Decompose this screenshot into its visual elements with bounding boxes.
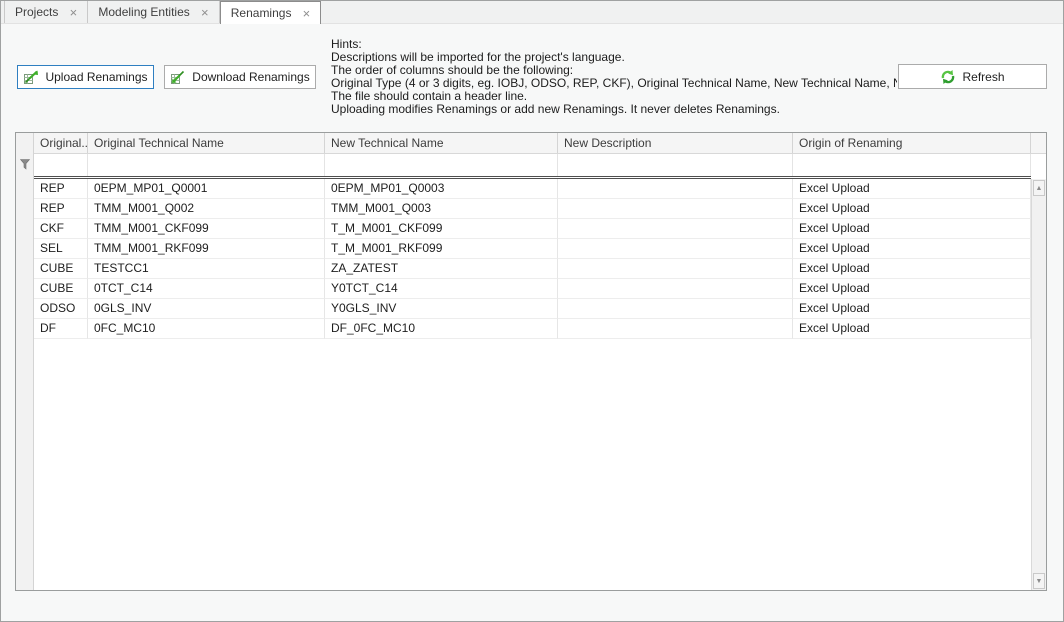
column-header-spacer [1031,133,1046,153]
table-body: REP 0EPM_MP01_Q0001 0EPM_MP01_Q0003 Exce… [34,179,1046,590]
cell-new-description[interactable] [558,179,793,199]
tab-projects[interactable]: Projects × [4,1,88,23]
cell-new-technical-name[interactable]: TMM_M001_Q003 [325,199,558,219]
table-row[interactable]: REP TMM_M001_Q002 TMM_M001_Q003 Excel Up… [34,199,1046,219]
cell-new-technical-name[interactable]: 0EPM_MP01_Q0003 [325,179,558,199]
cell-origin-of-renaming[interactable]: Excel Upload [793,239,1031,259]
row-indicator-column [16,133,34,590]
cell-original-type[interactable]: REP [34,179,88,199]
column-header-original-type[interactable]: Original... [34,133,88,153]
filter-cell-new-technical-name[interactable] [325,154,558,176]
renamings-table: Original... Original Technical Name New … [15,132,1047,591]
cell-origin-of-renaming[interactable]: Excel Upload [793,259,1031,279]
close-icon[interactable]: × [67,6,79,19]
cell-original-type[interactable]: CUBE [34,279,88,299]
close-icon[interactable]: × [300,7,312,20]
table-row[interactable]: CUBE TESTCC1 ZA_ZATEST Excel Upload [34,259,1046,279]
table-header-row: Original... Original Technical Name New … [34,133,1046,154]
cell-new-technical-name[interactable]: DF_0FC_MC10 [325,319,558,339]
excel-upload-icon [23,69,39,85]
cell-original-technical-name[interactable]: 0EPM_MP01_Q0001 [88,179,325,199]
hints-line: Uploading modifies Renamings or add new … [331,103,897,116]
cell-original-type[interactable]: DF [34,319,88,339]
filter-cell-original-technical-name[interactable] [88,154,325,176]
cell-origin-of-renaming[interactable]: Excel Upload [793,319,1031,339]
cell-new-description[interactable] [558,279,793,299]
cell-new-description[interactable] [558,219,793,239]
cell-new-technical-name[interactable]: T_M_M001_CKF099 [325,219,558,239]
filter-row [34,154,1046,176]
filter-cell-origin-of-renaming[interactable] [793,154,1031,176]
cell-new-technical-name[interactable]: Y0TCT_C14 [325,279,558,299]
cell-new-description[interactable] [558,299,793,319]
cell-original-type[interactable]: ODSO [34,299,88,319]
cell-new-description[interactable] [558,199,793,219]
cell-original-technical-name[interactable]: TMM_M001_CKF099 [88,219,325,239]
column-header-new-description[interactable]: New Description [558,133,793,153]
vertical-scrollbar[interactable]: ▲ ▼ [1031,179,1046,590]
cell-origin-of-renaming[interactable]: Excel Upload [793,179,1031,199]
cell-new-technical-name[interactable]: Y0GLS_INV [325,299,558,319]
table-row[interactable]: CKF TMM_M001_CKF099 T_M_M001_CKF099 Exce… [34,219,1046,239]
tab-renamings[interactable]: Renamings × [220,1,322,24]
refresh-icon [940,69,956,85]
table-row[interactable]: SEL TMM_M001_RKF099 T_M_M001_RKF099 Exce… [34,239,1046,259]
table-row[interactable]: DF 0FC_MC10 DF_0FC_MC10 Excel Upload [34,319,1046,339]
hints-line: Original Type (4 or 3 digits, eg. IOBJ, … [331,77,897,90]
cell-origin-of-renaming[interactable]: Excel Upload [793,299,1031,319]
table-row[interactable]: ODSO 0GLS_INV Y0GLS_INV Excel Upload [34,299,1046,319]
column-header-original-technical-name[interactable]: Original Technical Name [88,133,325,153]
excel-download-icon [170,69,186,85]
cell-original-type[interactable]: REP [34,199,88,219]
upload-button-label: Upload Renamings [45,70,147,84]
cell-new-description[interactable] [558,259,793,279]
hints-line: Hints: [331,38,897,51]
cell-origin-of-renaming[interactable]: Excel Upload [793,279,1031,299]
hints-line: The order of columns should be the follo… [331,64,897,77]
close-icon[interactable]: × [199,6,211,19]
cell-origin-of-renaming[interactable]: Excel Upload [793,219,1031,239]
download-renamings-button[interactable]: Download Renamings [164,65,316,89]
cell-original-technical-name[interactable]: 0GLS_INV [88,299,325,319]
column-header-new-technical-name[interactable]: New Technical Name [325,133,558,153]
tab-bar: Projects × Modeling Entities × Renamings… [1,1,1063,24]
filter-cell-new-description[interactable] [558,154,793,176]
cell-original-type[interactable]: CUBE [34,259,88,279]
refresh-button[interactable]: Refresh [898,64,1047,89]
table-row[interactable]: REP 0EPM_MP01_Q0001 0EPM_MP01_Q0003 Exce… [34,179,1046,199]
cell-new-technical-name[interactable]: T_M_M001_RKF099 [325,239,558,259]
filter-cell-spacer [1031,154,1046,176]
cell-original-technical-name[interactable]: TESTCC1 [88,259,325,279]
hints-line: The file should contain a header line. [331,90,897,103]
scroll-up-button[interactable]: ▲ [1033,180,1045,196]
tab-modeling-entities[interactable]: Modeling Entities × [88,1,219,23]
filter-funnel-icon [20,159,30,170]
hints-line: Descriptions will be imported for the pr… [331,51,897,64]
cell-new-technical-name[interactable]: ZA_ZATEST [325,259,558,279]
filter-cell-original-type[interactable] [34,154,88,176]
cell-new-description[interactable] [558,319,793,339]
cell-origin-of-renaming[interactable]: Excel Upload [793,199,1031,219]
tab-label: Projects [15,5,58,19]
hints-block: Hints: Descriptions will be imported for… [331,38,897,116]
cell-original-technical-name[interactable]: 0FC_MC10 [88,319,325,339]
tab-label: Renamings [231,6,292,20]
refresh-button-label: Refresh [962,70,1004,84]
download-button-label: Download Renamings [192,70,309,84]
cell-new-description[interactable] [558,239,793,259]
cell-original-type[interactable]: CKF [34,219,88,239]
cell-original-technical-name[interactable]: 0TCT_C14 [88,279,325,299]
table-row[interactable]: CUBE 0TCT_C14 Y0TCT_C14 Excel Upload [34,279,1046,299]
renamings-window: Projects × Modeling Entities × Renamings… [0,0,1064,622]
column-header-origin-of-renaming[interactable]: Origin of Renaming [793,133,1031,153]
cell-original-type[interactable]: SEL [34,239,88,259]
cell-original-technical-name[interactable]: TMM_M001_Q002 [88,199,325,219]
cell-original-technical-name[interactable]: TMM_M001_RKF099 [88,239,325,259]
scroll-down-button[interactable]: ▼ [1033,573,1045,589]
tab-label: Modeling Entities [98,5,189,19]
upload-renamings-button[interactable]: Upload Renamings [17,65,154,89]
